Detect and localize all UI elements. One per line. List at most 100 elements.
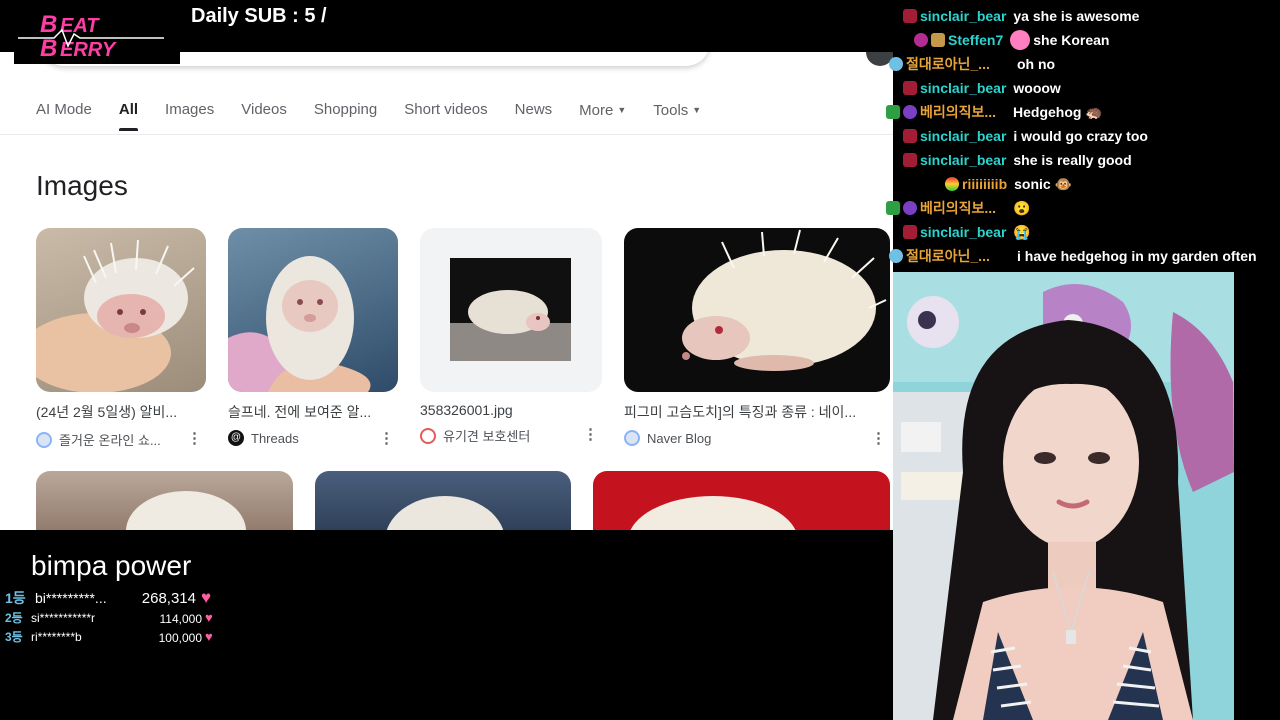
chat-text: sonic 🐵 bbox=[1014, 175, 1073, 192]
chat-username[interactable]: riiiiiiiib bbox=[962, 176, 1007, 192]
chat-text: wooow bbox=[1013, 80, 1061, 96]
tabs-divider bbox=[0, 134, 893, 135]
chat-message: 베리의직보... 😮 bbox=[886, 196, 1030, 220]
chat-username[interactable]: sinclair_bear bbox=[920, 224, 1006, 240]
chat-text: she Korean bbox=[1033, 32, 1110, 48]
rank-number: 3등 bbox=[5, 630, 23, 644]
hedgehog-in-hand-image[interactable] bbox=[36, 228, 206, 392]
hedgehog-image-art bbox=[228, 256, 371, 392]
chat-text: Hedgehog 🦔 bbox=[1013, 103, 1103, 120]
daily-sub-counter: Daily SUB : 5 / bbox=[191, 5, 327, 27]
more-options-icon[interactable]: ⋮ bbox=[187, 429, 202, 447]
result-source[interactable]: 즐거운 온라인 쇼... ⋮ bbox=[36, 430, 206, 449]
chat-username[interactable]: 베리의직보... bbox=[920, 102, 1006, 122]
hedgehog-image-art bbox=[36, 239, 195, 392]
chat-text: ya she is awesome bbox=[1013, 8, 1140, 24]
svg-text:EAT: EAT bbox=[60, 15, 100, 37]
tab-shopping[interactable]: Shopping bbox=[314, 100, 377, 130]
rank-user: ri********b bbox=[31, 629, 82, 644]
live-chat: sinclair_bear ya she is awesome Steffen7… bbox=[886, 0, 1280, 272]
tab-ai-mode[interactable]: AI Mode bbox=[36, 100, 92, 130]
image-result[interactable]: 피그미 고슴도치]의 특징과 종류 : 네이... Naver Blog ⋮ bbox=[624, 228, 890, 447]
chat-message: 베리의직보... Hedgehog 🦔 bbox=[886, 100, 1103, 124]
chat-badge-icon bbox=[903, 153, 917, 167]
image-result[interactable]: (24년 2월 5일생) 알비... 즐거운 온라인 쇼... ⋮ bbox=[36, 228, 206, 449]
result-title[interactable]: 피그미 고슴도치]의 특징과 종류 : 네이... bbox=[624, 402, 890, 422]
chat-message: Steffen7 she Korean bbox=[914, 28, 1109, 52]
chat-text: 😭 bbox=[1013, 223, 1031, 240]
tab-images[interactable]: Images bbox=[165, 100, 214, 130]
tab-all[interactable]: All bbox=[118, 100, 139, 131]
face-emoji-icon bbox=[1010, 30, 1031, 50]
chat-badge-icon bbox=[903, 9, 917, 23]
chat-username[interactable]: 베리의직보... bbox=[920, 198, 1006, 218]
chat-badge-icon bbox=[903, 81, 917, 95]
chat-badge-icon bbox=[945, 177, 959, 191]
svg-text:B: B bbox=[40, 11, 57, 38]
tab-videos[interactable]: Videos bbox=[241, 100, 287, 130]
image-result-thumbnail[interactable] bbox=[36, 471, 293, 530]
chat-username[interactable]: sinclair_bear bbox=[920, 80, 1006, 96]
chat-badge-icon bbox=[903, 129, 917, 143]
threads-icon: @ bbox=[228, 430, 244, 446]
tab-tools[interactable]: Tools ▼ bbox=[653, 100, 701, 130]
caret-down-icon: ▼ bbox=[617, 105, 627, 115]
chat-text: oh no bbox=[1017, 56, 1056, 72]
hedgehog-small-photo-image[interactable] bbox=[420, 228, 602, 392]
chat-text: she is really good bbox=[1013, 152, 1132, 168]
globe-icon bbox=[624, 430, 640, 446]
heart-icon: ♥ bbox=[205, 629, 213, 644]
rank-user: bi*********... bbox=[35, 590, 107, 606]
result-source[interactable]: 유기견 보호센터 ⋮ bbox=[420, 426, 602, 445]
chat-message: sinclair_bear ya she is awesome bbox=[903, 4, 1139, 28]
ranking-row: 1등 bi*********... bbox=[5, 588, 107, 608]
result-title[interactable]: (24년 2월 5일생) 알비... bbox=[36, 402, 206, 422]
hedgehog-image-art bbox=[386, 496, 504, 530]
google-search-panel: AI Mode All Images Videos Shopping Short… bbox=[0, 52, 893, 530]
chat-message: sinclair_bear she is really good bbox=[903, 148, 1132, 172]
hedgehog-image-art bbox=[630, 496, 796, 530]
shelter-logo-icon bbox=[420, 427, 436, 444]
chat-username[interactable]: 절대로아닌_... bbox=[906, 246, 1010, 266]
rank-amount: 100,000 bbox=[158, 631, 202, 645]
hedgehog-image-art bbox=[450, 258, 571, 361]
more-options-icon[interactable]: ⋮ bbox=[379, 429, 394, 447]
image-result[interactable]: 358326001.jpg 유기견 보호센터 ⋮ bbox=[420, 228, 602, 445]
more-options-icon[interactable]: ⋮ bbox=[871, 429, 886, 447]
check-badge-icon bbox=[886, 201, 900, 215]
ranking-row: 3등 ri********b bbox=[5, 628, 82, 645]
chat-username[interactable]: sinclair_bear bbox=[920, 152, 1006, 168]
tab-short-videos[interactable]: Short videos bbox=[404, 100, 487, 130]
heart-icon: ♥ bbox=[201, 588, 212, 607]
result-source[interactable]: @ Threads ⋮ bbox=[228, 429, 398, 447]
image-result[interactable]: 슬프네. 전에 보여준 알... @ Threads ⋮ bbox=[228, 228, 398, 447]
chat-username[interactable]: Steffen7 bbox=[948, 32, 1003, 48]
hedgehog-on-palm-image[interactable] bbox=[228, 228, 398, 392]
more-options-icon[interactable]: ⋮ bbox=[583, 425, 598, 443]
hedgehog-black-bg-image[interactable] bbox=[624, 228, 890, 392]
rank-amount: 268,314 bbox=[141, 590, 196, 607]
stream-top-bar: B EAT B ERRY Daily SUB : 5 / bbox=[0, 0, 893, 64]
chat-text: i have hedgehog in my garden often bbox=[1017, 248, 1257, 264]
result-title[interactable]: 358326001.jpg bbox=[420, 402, 602, 418]
chat-badge-icon bbox=[889, 249, 903, 263]
webcam-side-strip bbox=[1234, 272, 1280, 720]
chat-badge-icon bbox=[903, 225, 917, 239]
chat-message: riiiiiiiib sonic 🐵 bbox=[945, 172, 1072, 196]
tab-more[interactable]: More ▼ bbox=[579, 100, 626, 130]
chat-badge-icon bbox=[889, 57, 903, 71]
chat-username[interactable]: sinclair_bear bbox=[920, 128, 1006, 144]
image-result-thumbnail[interactable] bbox=[593, 471, 890, 530]
images-section-title: Images bbox=[36, 170, 128, 201]
svg-text:ERRY: ERRY bbox=[60, 39, 117, 61]
image-result-thumbnail[interactable] bbox=[315, 471, 571, 530]
chat-text: 😮 bbox=[1013, 199, 1031, 216]
result-source[interactable]: Naver Blog ⋮ bbox=[624, 429, 890, 447]
ranking-title: bimpa power bbox=[31, 550, 192, 581]
tab-news[interactable]: News bbox=[515, 100, 553, 130]
streamer-webcam-art bbox=[893, 272, 1234, 720]
result-title[interactable]: 슬프네. 전에 보여준 알... bbox=[228, 402, 398, 422]
chat-username[interactable]: sinclair_bear bbox=[920, 8, 1006, 24]
chat-username[interactable]: 절대로아닌_... bbox=[906, 54, 1010, 74]
ranking-row: 2등 si***********r bbox=[5, 609, 95, 626]
